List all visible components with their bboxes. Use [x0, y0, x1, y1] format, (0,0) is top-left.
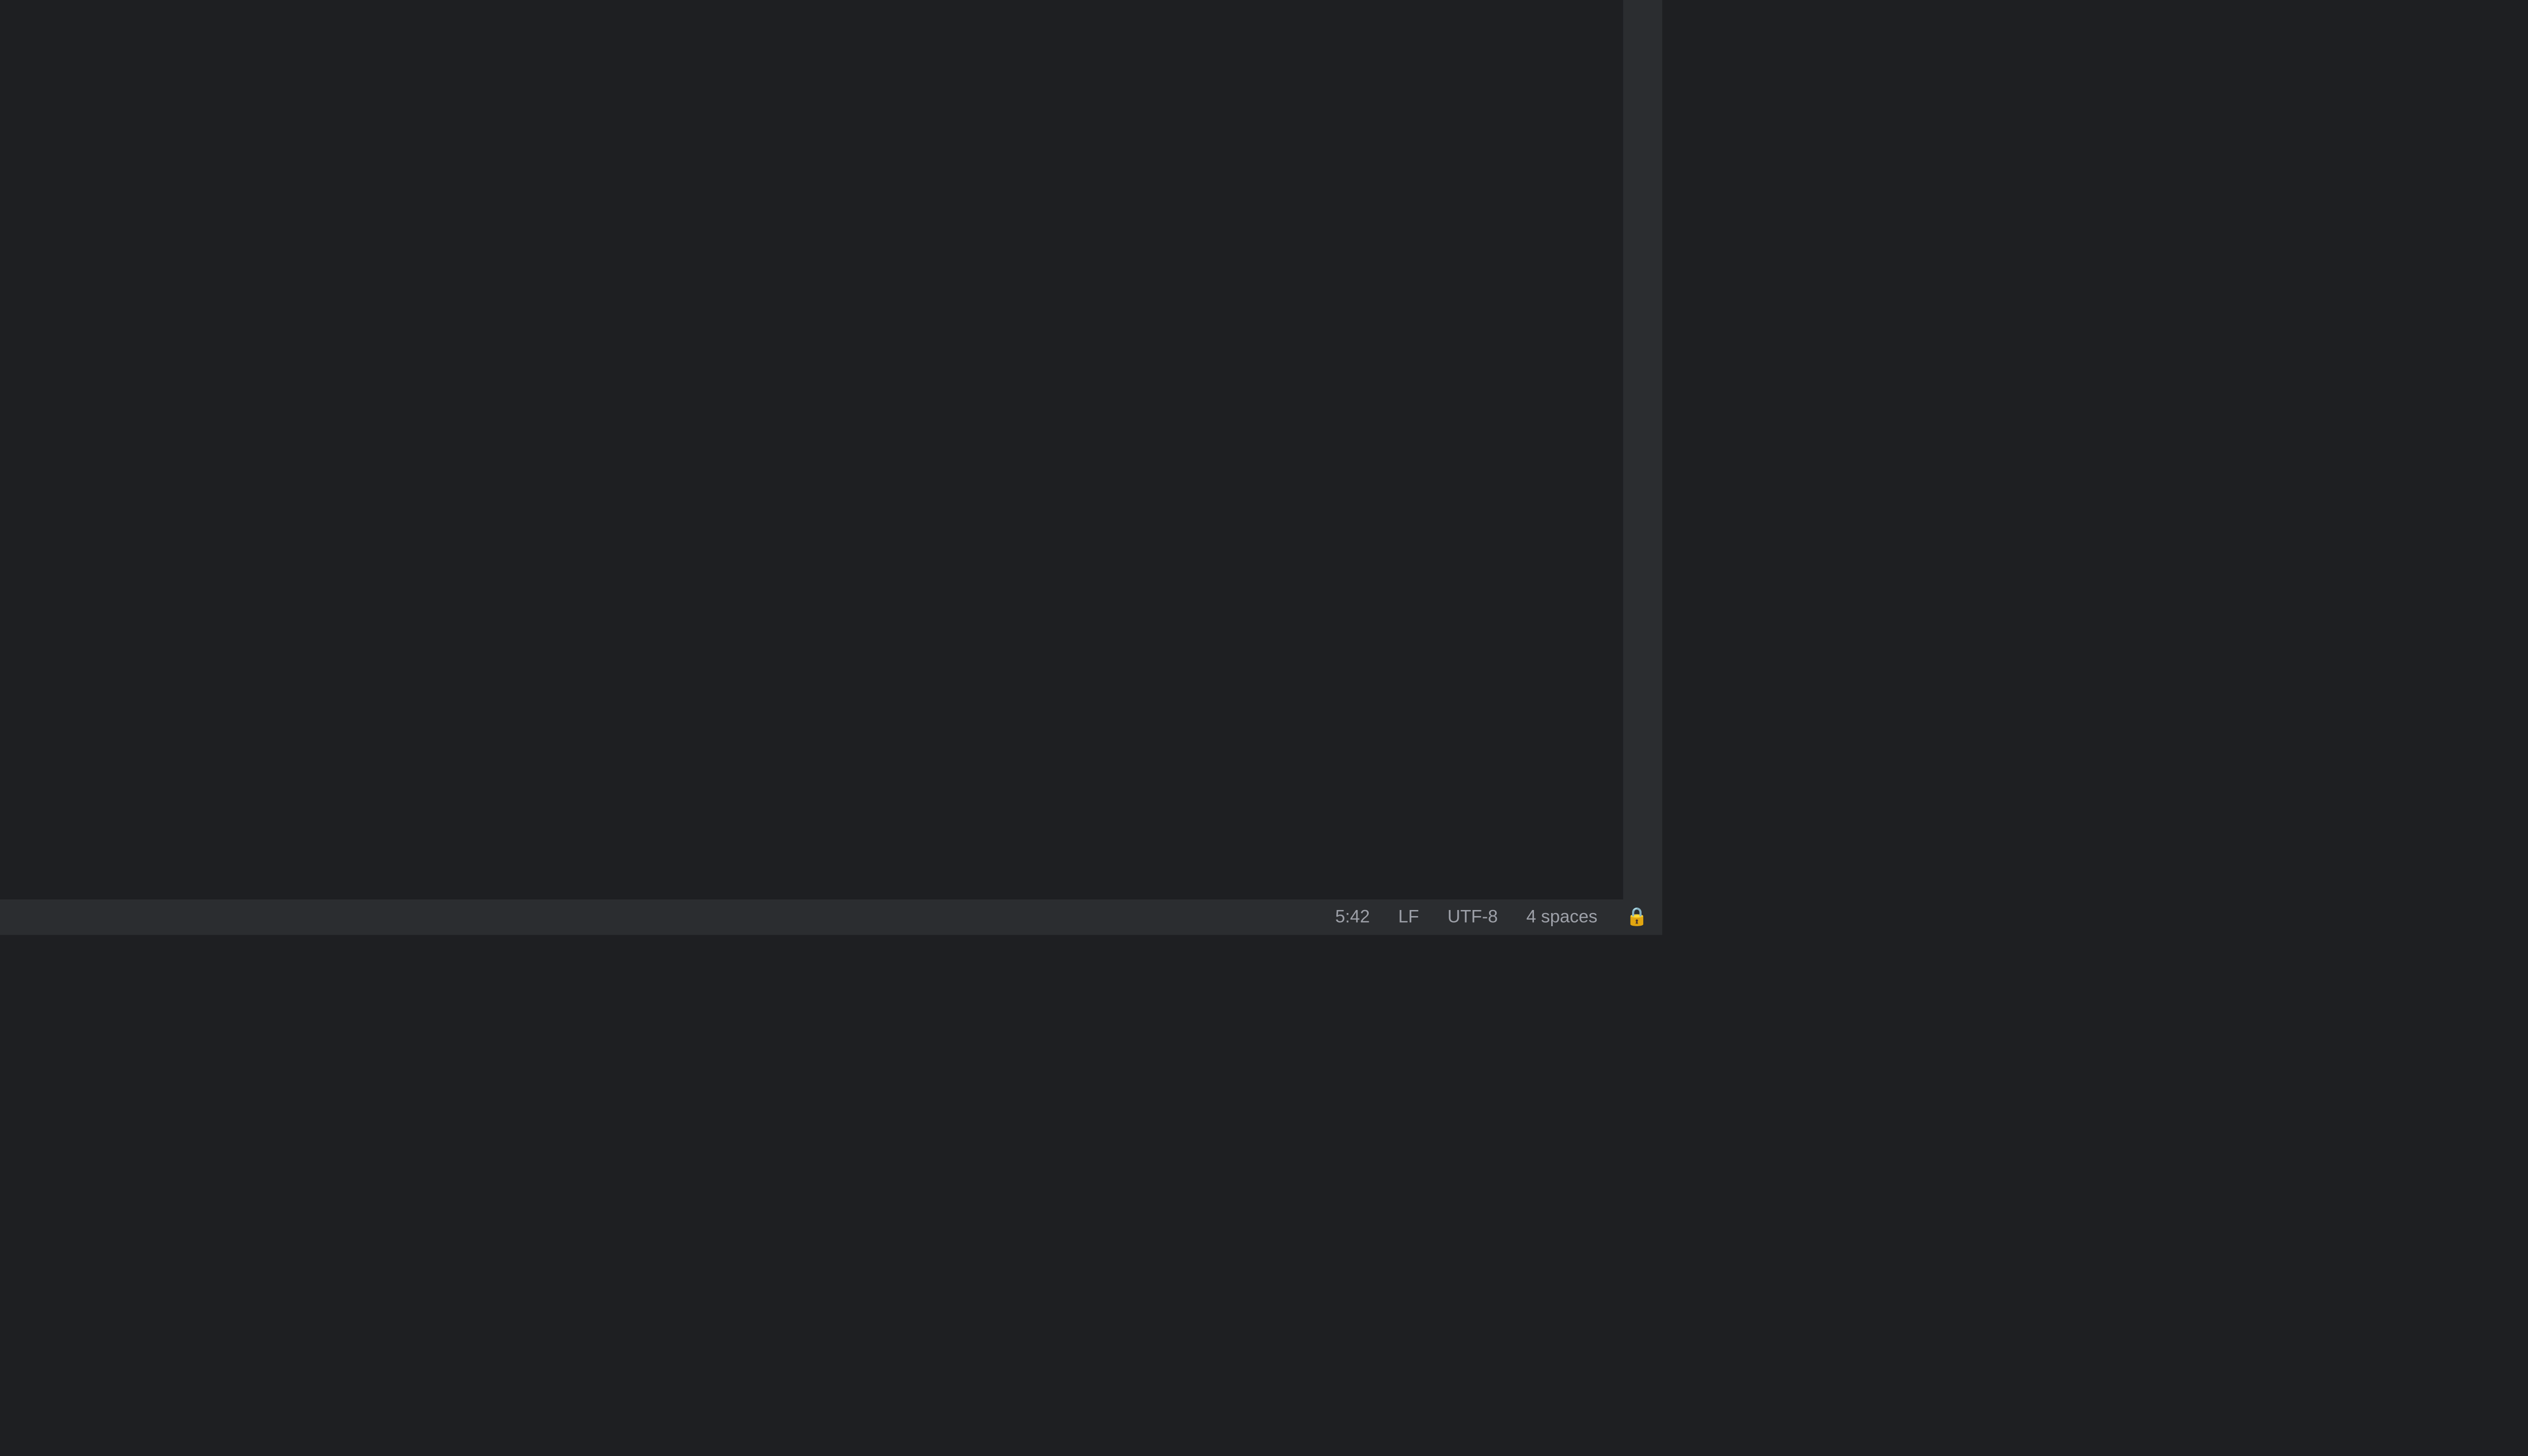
- navigation-bar: □ ktor-samples› ▣ mongodb› ▢ src› ▢ main…: [0, 899, 1662, 935]
- right-tool-gutter: m: [1621, 0, 1662, 899]
- indent[interactable]: 4 spaces: [1526, 907, 1598, 927]
- line-ending[interactable]: LF: [1398, 907, 1419, 927]
- code-content: package com.exa import ... fun main(args…: [0, 0, 1621, 681]
- code-editor[interactable]: 123910121314151617181920212223242526 pac…: [0, 0, 1621, 899]
- readonly-lock-icon[interactable]: 🔒: [1626, 907, 1648, 927]
- encoding[interactable]: UTF-8: [1448, 907, 1498, 927]
- caret-position[interactable]: 5:42: [1335, 907, 1370, 927]
